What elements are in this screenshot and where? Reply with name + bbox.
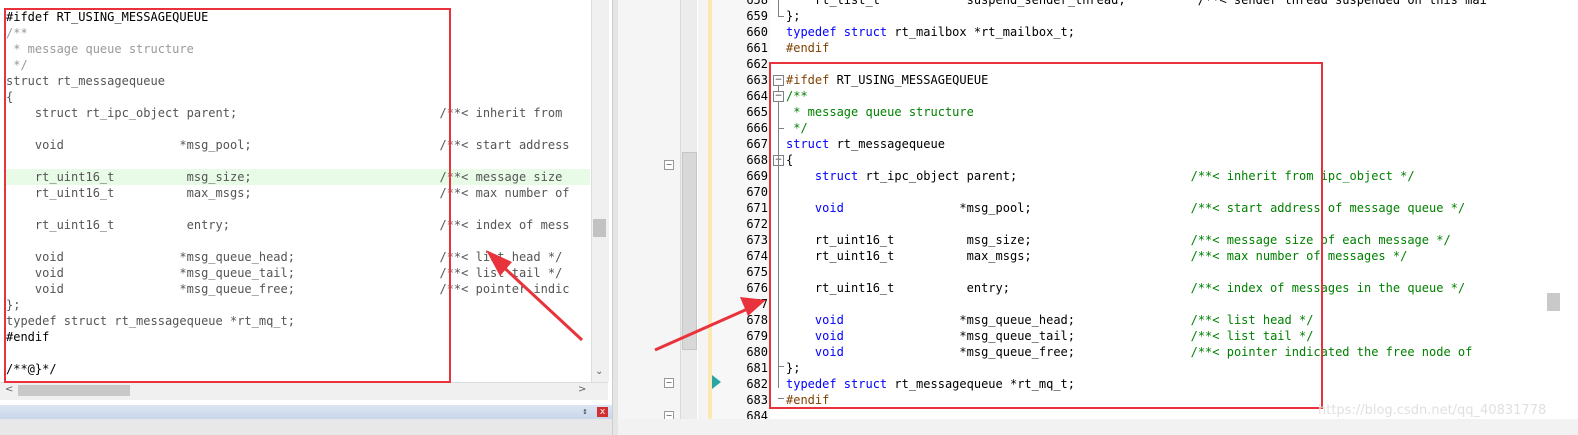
watermark-text: https://blog.csdn.net/qq_40831778: [1318, 403, 1547, 418]
arrow-line-right: [654, 305, 753, 352]
annotation-arrows: [486, 250, 766, 352]
arrow-line-left: [496, 260, 584, 342]
arrow-head-right: [740, 297, 766, 316]
